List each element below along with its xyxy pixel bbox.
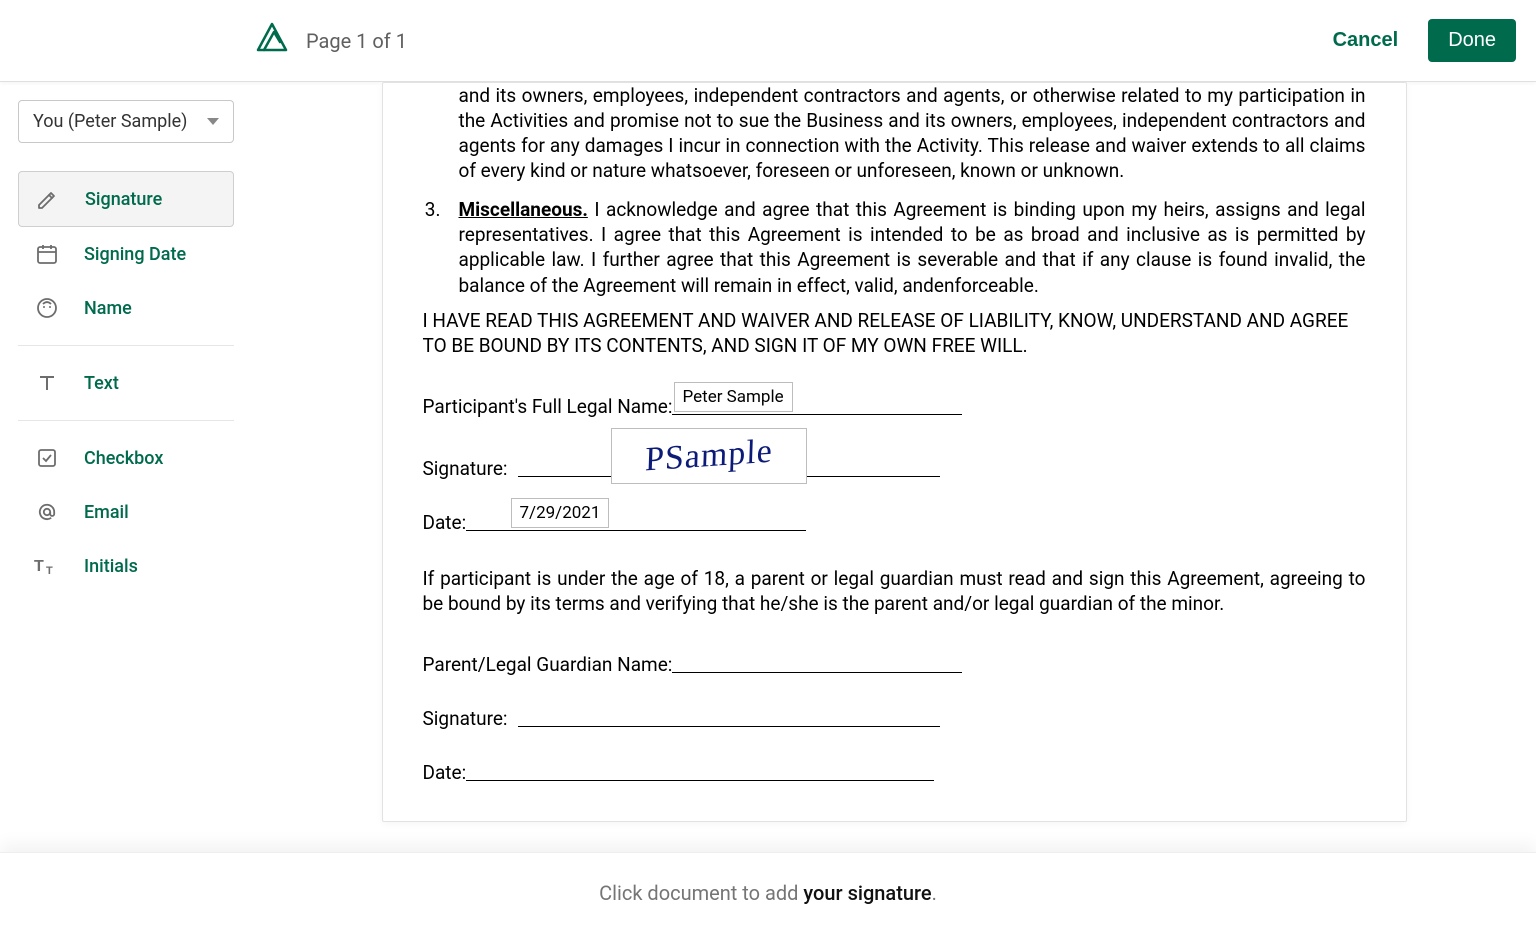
label-date: Date: — [423, 511, 467, 534]
tool-signing-date[interactable]: Signing Date — [18, 227, 234, 281]
recipient-dropdown[interactable]: You (Peter Sample) — [18, 100, 234, 143]
row-date: Date: 7/29/2021 — [423, 494, 1366, 534]
row-full-name: Participant's Full Legal Name: Peter Sam… — [423, 378, 1366, 418]
at-icon — [34, 499, 60, 525]
checkbox-icon — [34, 445, 60, 471]
document-page[interactable]: and its owners, employees, independent c… — [382, 82, 1407, 822]
separator — [18, 345, 234, 346]
tool-label: Signature — [85, 189, 162, 210]
row-parent-signature: Signature: — [423, 690, 1366, 730]
top-actions: Cancel Done — [1321, 19, 1516, 62]
tool-label: Checkbox — [84, 448, 163, 469]
calendar-icon — [34, 241, 60, 267]
misc-heading: Miscellaneous. — [459, 198, 588, 221]
brand-logo — [252, 18, 292, 62]
tool-label: Initials — [84, 556, 138, 577]
page-indicator: Page 1 of 1 — [306, 29, 407, 53]
document-viewport[interactable]: and its owners, employees, independent c… — [252, 82, 1536, 852]
name-field-chip[interactable]: Peter Sample — [674, 382, 793, 412]
recipient-label: You (Peter Sample) — [33, 111, 187, 132]
tool-label: Signing Date — [84, 244, 186, 265]
initials-icon: TT — [34, 553, 60, 579]
tool-list: Signature Signing Date Name Text — [18, 171, 234, 593]
footer-suffix: . — [932, 881, 937, 905]
clause-number: 3. — [423, 197, 441, 297]
separator — [18, 420, 234, 421]
tool-label: Email — [84, 502, 129, 523]
under-18-notice: If participant is under the age of 18, a… — [423, 566, 1366, 616]
tool-text[interactable]: Text — [18, 356, 234, 410]
row-signature: Signature: PSample — [423, 432, 1366, 480]
footer-em: your signature — [803, 881, 931, 905]
done-button[interactable]: Done — [1428, 19, 1516, 62]
tool-name[interactable]: Name — [18, 281, 234, 335]
svg-text:T: T — [46, 565, 53, 577]
text-icon — [34, 370, 60, 396]
tool-label: Text — [84, 373, 119, 394]
tool-label: Name — [84, 298, 132, 319]
tool-email[interactable]: Email — [18, 485, 234, 539]
misc-clause: Miscellaneous. I acknowledge and agree t… — [459, 197, 1366, 297]
label-parent-signature: Signature: — [423, 707, 508, 730]
label-full-name: Participant's Full Legal Name: — [423, 395, 673, 418]
pen-icon — [35, 186, 61, 212]
label-parent-name: Parent/Legal Guardian Name: — [423, 653, 673, 676]
tool-initials[interactable]: TT Initials — [18, 539, 234, 593]
chevron-down-icon — [207, 118, 219, 125]
signature-field-chip[interactable]: PSample — [611, 428, 807, 484]
top-bar: Page 1 of 1 Cancel Done — [0, 0, 1536, 82]
footer-hint: Click document to add your signature. — [0, 852, 1536, 932]
label-signature: Signature: — [423, 457, 508, 480]
misc-body: I acknowledge and agree that this Agreem… — [459, 198, 1366, 296]
person-icon — [34, 295, 60, 321]
row-parent-date: Date: — [423, 744, 1366, 784]
date-field-chip[interactable]: 7/29/2021 — [511, 498, 610, 528]
tool-checkbox[interactable]: Checkbox — [18, 431, 234, 485]
acknowledgement-text: I HAVE READ THIS AGREEMENT AND WAIVER AN… — [423, 308, 1366, 358]
cancel-button[interactable]: Cancel — [1321, 21, 1411, 60]
label-parent-date: Date: — [423, 761, 467, 784]
footer-prefix: Click document to add — [599, 881, 803, 905]
tool-signature[interactable]: Signature — [18, 171, 234, 227]
row-parent-name: Parent/Legal Guardian Name: — [423, 636, 1366, 676]
signature-image: PSample — [644, 432, 773, 479]
sidebar: You (Peter Sample) Signature Signing Dat… — [0, 82, 252, 852]
svg-text:T: T — [34, 558, 44, 575]
release-clause-body: and its owners, employees, independent c… — [423, 83, 1366, 183]
